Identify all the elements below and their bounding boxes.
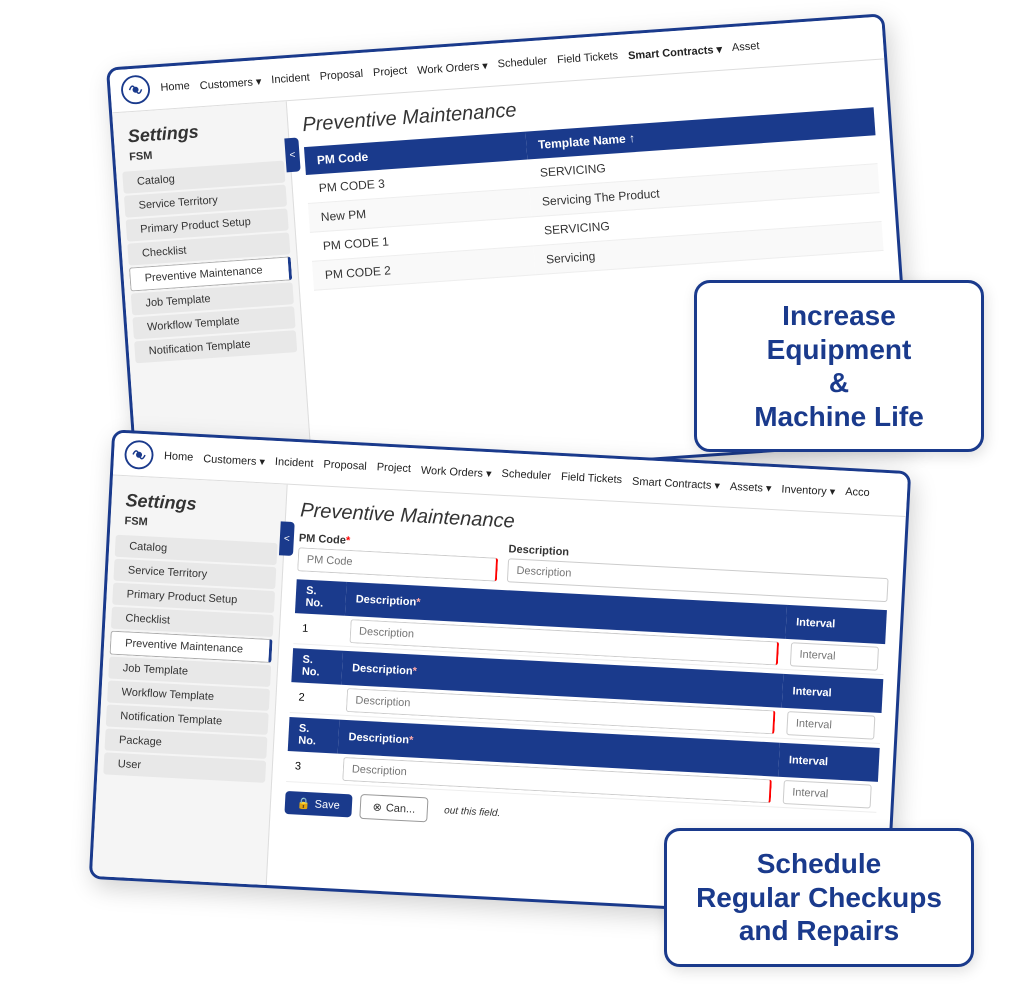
card2-nav-customers[interactable]: Customers ▾ <box>203 452 265 468</box>
cancel-icon: ⊗ <box>372 801 382 814</box>
card2-nav-workorders[interactable]: Work Orders ▾ <box>421 463 492 480</box>
nav-home[interactable]: Home <box>160 80 190 94</box>
nav-customers[interactable]: Customers ▾ <box>199 74 262 91</box>
nav-workorders[interactable]: Work Orders ▾ <box>417 59 488 77</box>
nav-incident[interactable]: Incident <box>271 72 310 87</box>
card2-nav-proposal[interactable]: Proposal <box>323 458 367 472</box>
card2-nav-scheduler[interactable]: Scheduler <box>501 468 551 483</box>
nav-assets[interactable]: Asset <box>732 40 760 54</box>
nav-fieldtickets[interactable]: Field Tickets <box>557 50 619 66</box>
col-sno-3: S. No. <box>288 717 340 754</box>
nav-project[interactable]: Project <box>373 65 408 79</box>
interval-input-1[interactable] <box>790 642 879 671</box>
save-button[interactable]: 🔒 Save <box>284 791 352 817</box>
col-interval-3: Interval <box>778 743 880 782</box>
card2-nav-fieldtickets[interactable]: Field Tickets <box>561 471 623 486</box>
sno-cell-2: 2 <box>290 682 342 715</box>
callout-equipment-text: Increase Equipment&Machine Life <box>721 299 957 433</box>
callout-checkups: ScheduleRegular Checkupsand Repairs <box>664 828 974 967</box>
validation-message: out this field. <box>444 805 501 819</box>
pm-table-1: PM Code Template Name ↑ PM CODE 3 SERVIC… <box>304 107 884 290</box>
nav-scheduler[interactable]: Scheduler <box>497 55 547 70</box>
sno-cell-3: 3 <box>286 751 338 784</box>
sno-cell-1: 1 <box>293 613 345 646</box>
callout-checkups-text: ScheduleRegular Checkupsand Repairs <box>691 847 947 948</box>
form-group-pmcode: PM Code* <box>297 532 499 581</box>
card2-nav-incident[interactable]: Incident <box>275 456 314 470</box>
interval-cell-3 <box>776 777 877 813</box>
lock-icon: 🔒 <box>297 797 311 811</box>
interval-input-2[interactable] <box>786 711 875 740</box>
col-interval-1: Interval <box>785 605 887 644</box>
nav-proposal[interactable]: Proposal <box>319 68 363 83</box>
scene: Home Customers ▾ Incident Proposal Proje… <box>0 0 1024 997</box>
col-interval-2: Interval <box>782 674 884 713</box>
collapse-btn[interactable]: < <box>284 137 300 172</box>
card2-nav-assets[interactable]: Assets ▾ <box>730 479 772 494</box>
interval-cell-1 <box>784 639 885 675</box>
col-sno-2: S. No. <box>291 648 343 685</box>
card2-sidebar: Settings FSM Catalog Service Territory P… <box>92 475 288 890</box>
nav-smartcontracts[interactable]: Smart Contracts ▾ <box>628 42 723 62</box>
logo-icon-2 <box>123 439 155 471</box>
callout-equipment: Increase Equipment&Machine Life <box>694 280 984 452</box>
col-sno-1: S. No. <box>295 579 347 616</box>
card2-nav-acco[interactable]: Acco <box>845 486 870 499</box>
card2-nav-inventory[interactable]: Inventory ▾ <box>781 482 835 498</box>
interval-cell-2 <box>780 708 881 744</box>
card2-nav-smartcontracts[interactable]: Smart Contracts ▾ <box>632 474 721 492</box>
card2-nav-home[interactable]: Home <box>164 450 194 464</box>
cancel-button[interactable]: ⊗ Can... <box>359 794 429 823</box>
card2-collapse-btn[interactable]: < <box>279 521 295 556</box>
card2-nav-project[interactable]: Project <box>376 461 411 475</box>
interval-input-3[interactable] <box>783 780 872 809</box>
logo-icon <box>120 74 152 106</box>
